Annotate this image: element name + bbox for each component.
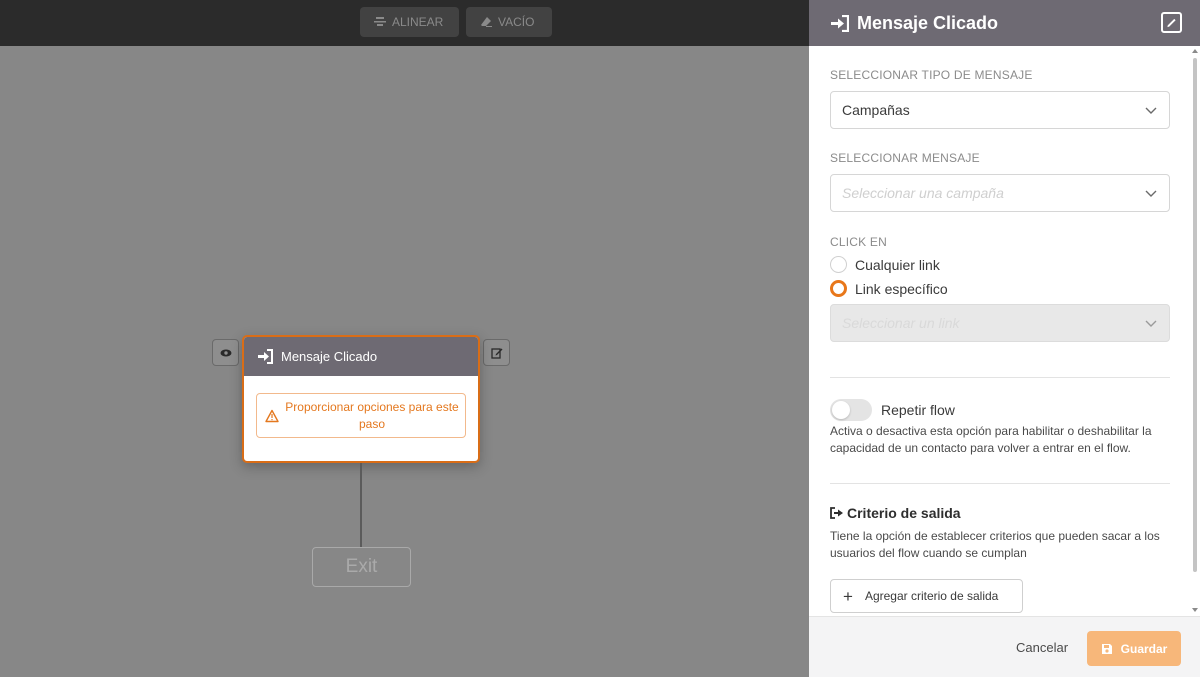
chevron-down-icon <box>1145 107 1157 114</box>
message-type-label: SELECCIONAR TIPO DE MENSAJE <box>830 68 1033 82</box>
chevron-down-icon <box>1145 320 1157 327</box>
chevron-down-icon <box>1145 190 1157 197</box>
exit-criteria-title-text: Criterio de salida <box>847 505 961 521</box>
node-settings-panel: Mensaje Clicado SELECCIONAR TIPO DE MENS… <box>809 0 1200 677</box>
panel-footer: Cancelar Guardar <box>809 616 1200 677</box>
toggle-knob <box>832 401 850 419</box>
divider <box>830 377 1170 378</box>
radio-specific-link[interactable]: Link específico <box>830 280 948 297</box>
panel-title: Mensaje Clicado <box>857 12 999 33</box>
eraser-icon <box>481 17 492 27</box>
message-type-select[interactable]: Campañas <box>830 91 1170 129</box>
cancel-button[interactable]: Cancelar <box>1016 640 1068 655</box>
radio-button[interactable] <box>830 256 847 273</box>
align-label: ALINEAR <box>392 15 444 29</box>
message-type-value: Campañas <box>842 102 910 118</box>
divider <box>830 483 1170 484</box>
click-label: CLICK EN <box>830 235 887 249</box>
eye-icon <box>220 349 231 356</box>
link-placeholder: Seleccionar un link <box>842 315 960 331</box>
scroll-up-icon[interactable] <box>1192 49 1198 53</box>
node-header: Mensaje Clicado <box>244 337 478 376</box>
repeat-flow-toggle[interactable] <box>830 399 872 421</box>
flow-node-message-clicked[interactable]: Mensaje Clicado Proporcionar opciones pa… <box>242 335 480 463</box>
sign-out-icon <box>830 507 843 519</box>
exit-label: Exit <box>345 556 378 577</box>
edit-icon <box>1167 18 1176 28</box>
message-placeholder: Seleccionar una campaña <box>842 185 1004 201</box>
align-button[interactable]: ALINEAR <box>360 7 459 37</box>
radio-button-selected[interactable] <box>830 280 847 297</box>
node-warning-text: Proporcionar opciones para este paso <box>285 399 459 431</box>
exit-criteria-title: Criterio de salida <box>830 505 961 521</box>
exit-criteria-help: Tiene la opción de establecer criterios … <box>830 529 1160 560</box>
add-exit-criteria-button[interactable]: + Agregar criterio de salida <box>830 579 1023 613</box>
message-select[interactable]: Seleccionar una campaña <box>830 174 1170 212</box>
panel-header: Mensaje Clicado <box>809 0 1200 46</box>
message-label: SELECCIONAR MENSAJE <box>830 151 980 165</box>
node-title: Mensaje Clicado <box>281 349 378 364</box>
radio-any-link[interactable]: Cualquier link <box>830 256 940 273</box>
add-exit-criteria-label: Agregar criterio de salida <box>864 589 999 603</box>
node-warning: Proporcionar opciones para este paso <box>256 393 466 438</box>
radio-specific-link-label: Link específico <box>855 280 948 297</box>
scroll-down-icon[interactable] <box>1192 608 1198 612</box>
panel-edit-button[interactable] <box>1161 12 1182 33</box>
edit-icon <box>490 347 502 359</box>
repeat-flow-help: Activa o desactiva esta opción para habi… <box>830 424 1152 455</box>
sign-in-icon <box>258 349 273 364</box>
empty-label: VACÍO <box>498 15 535 29</box>
plus-icon: + <box>843 586 853 606</box>
edit-node-button[interactable] <box>483 339 510 366</box>
empty-button[interactable]: VACÍO <box>466 7 552 37</box>
panel-body: SELECCIONAR TIPO DE MENSAJE Campañas SEL… <box>809 46 1200 616</box>
view-node-button[interactable] <box>212 339 239 366</box>
warning-icon <box>265 409 279 422</box>
align-icon <box>374 17 386 26</box>
save-label: Guardar <box>1120 641 1168 656</box>
radio-any-link-label: Cualquier link <box>855 256 940 273</box>
canvas-toolbar: ALINEAR VACÍO <box>0 0 809 46</box>
node-connector <box>360 463 362 548</box>
sign-in-icon <box>831 14 849 32</box>
link-select[interactable]: Seleccionar un link <box>830 304 1170 342</box>
scrollbar-thumb[interactable] <box>1193 58 1197 572</box>
repeat-flow-label: Repetir flow <box>881 402 955 418</box>
save-icon <box>1101 643 1112 654</box>
save-button[interactable]: Guardar <box>1087 631 1181 666</box>
exit-node[interactable]: Exit <box>312 547 411 587</box>
